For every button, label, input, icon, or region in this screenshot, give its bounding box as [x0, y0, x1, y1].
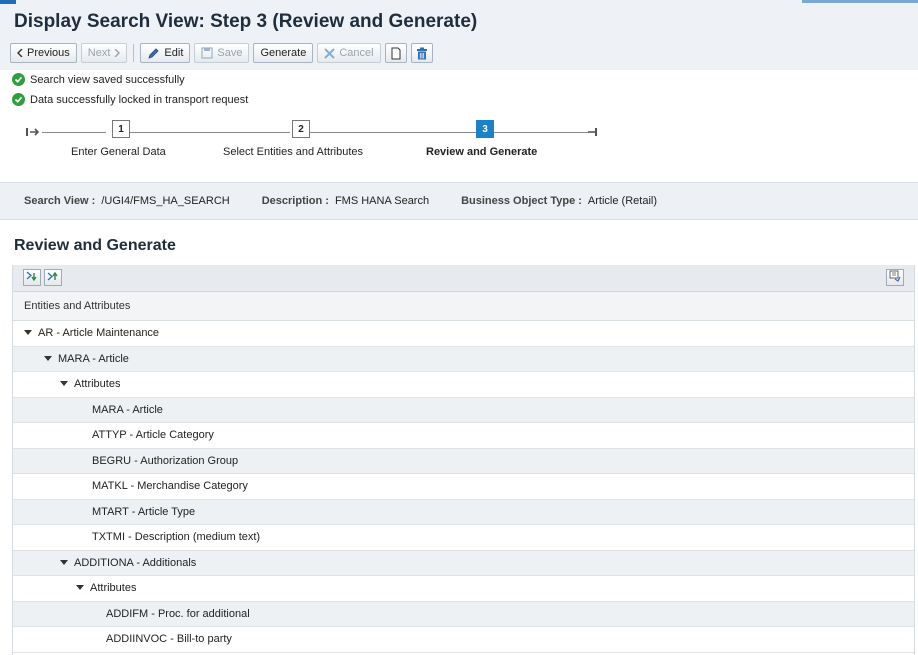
message-saved: Search view saved successfully — [12, 73, 185, 86]
collapse-all-icon — [47, 271, 59, 285]
roadmap-connector — [130, 132, 290, 133]
step-1-box[interactable]: 1 — [112, 120, 130, 138]
export-button[interactable] — [886, 269, 904, 286]
expand-all-icon — [26, 271, 38, 285]
previous-button[interactable]: Previous — [10, 43, 77, 63]
header-accent — [0, 0, 16, 4]
tree-row[interactable]: MARA - Article — [13, 346, 914, 372]
tree-row[interactable]: AR - Article Maintenance — [13, 321, 914, 347]
trash-icon — [416, 47, 428, 60]
tree-row[interactable]: MTART - Article Type — [13, 499, 914, 525]
tree-row[interactable]: Attributes — [13, 576, 914, 602]
copy-document-icon — [390, 47, 402, 60]
tree-row[interactable]: MATKL - Merchandise Category — [13, 474, 914, 500]
roadmap-connector — [310, 132, 476, 133]
roadmap-connector — [42, 132, 106, 133]
tree-row[interactable]: ADDIINVOC - Bill-to party — [13, 627, 914, 653]
cancel-x-icon — [324, 47, 336, 59]
tree-row[interactable]: BEGRU - Authorization Group — [13, 448, 914, 474]
step-3-label[interactable]: Review and Generate — [426, 146, 537, 158]
next-button[interactable]: Next — [80, 43, 128, 63]
collapse-all-button[interactable] — [44, 269, 62, 286]
main-toolbar: Previous Next Edit Save Generate Cancel — [10, 42, 433, 64]
delete-button[interactable] — [410, 43, 433, 63]
caret-down-icon[interactable] — [76, 585, 90, 591]
chevron-right-icon — [114, 49, 121, 57]
pencil-icon — [147, 47, 160, 60]
tree-row-label: ADDIFM - Proc. for additional — [106, 607, 250, 620]
search-view-info-bar: Search View : /UGI4/FMS_HA_SEARCH Descri… — [0, 182, 918, 220]
tree-row-label: ADDITIONA - Additionals — [74, 556, 197, 569]
success-check-icon — [12, 93, 25, 106]
success-check-icon — [12, 73, 25, 86]
edit-button[interactable]: Edit — [140, 43, 191, 63]
roadmap-connector — [494, 132, 588, 133]
save-icon — [201, 47, 213, 59]
tree-row-label: TXTMI - Description (medium text) — [92, 531, 261, 544]
caret-down-icon[interactable] — [60, 381, 74, 387]
description-label: Description : — [261, 195, 329, 207]
toolbar-separator — [133, 44, 135, 62]
tree-row[interactable]: ADDIFM - Proc. for additional — [13, 601, 914, 627]
edit-label: Edit — [164, 47, 184, 59]
bo-type-value: Article (Retail) — [587, 195, 657, 207]
roadmap-start-icon — [26, 126, 40, 141]
tree-row-label: AR - Article Maintenance — [38, 327, 160, 340]
tree-row-label: ATTYP - Article Category — [92, 429, 214, 442]
search-view-value: /UGI4/FMS_HA_SEARCH — [101, 195, 230, 207]
save-label: Save — [217, 47, 243, 59]
next-label: Next — [87, 47, 111, 59]
export-icon — [889, 270, 901, 285]
step-2-box[interactable]: 2 — [292, 120, 310, 138]
expand-all-button[interactable] — [23, 269, 41, 286]
tree-row-label: BEGRU - Authorization Group — [92, 454, 239, 467]
copy-button[interactable] — [384, 43, 407, 63]
step-2-label[interactable]: Select Entities and Attributes — [223, 146, 363, 158]
page-title: Display Search View: Step 3 (Review and … — [14, 11, 478, 32]
wizard-roadmap: 1 2 3 Enter General Data Select Entities… — [0, 113, 918, 175]
tree-row-label: ADDIINVOC - Bill-to party — [106, 633, 232, 646]
tree-row-label: MTART - Article Type — [92, 505, 196, 518]
cancel-label: Cancel — [339, 47, 374, 59]
roadmap-end-icon — [588, 126, 598, 141]
bo-type-label: Business Object Type : — [461, 195, 582, 207]
tree-row[interactable]: ATTYP - Article Category — [13, 423, 914, 449]
search-view-label: Search View : — [24, 195, 96, 207]
tree-column-header: Entities and Attributes — [13, 292, 914, 321]
step-3-box[interactable]: 3 — [476, 120, 494, 138]
generate-label: Generate — [260, 47, 307, 59]
step-1-label[interactable]: Enter General Data — [71, 146, 166, 158]
header-band: Display Search View: Step 3 (Review and … — [0, 0, 918, 70]
tree-row-label: Attributes — [74, 378, 121, 391]
message-saved-text: Search view saved successfully — [30, 73, 185, 86]
tree-row[interactable]: Attributes — [13, 372, 914, 398]
generate-button[interactable]: Generate — [253, 43, 314, 63]
caret-down-icon[interactable] — [24, 330, 38, 336]
description-value: FMS HANA Search — [334, 195, 430, 207]
save-button[interactable]: Save — [194, 43, 250, 63]
header-accent-right — [802, 0, 918, 3]
cancel-button[interactable]: Cancel — [317, 43, 381, 63]
tree-row[interactable]: ADDITIONA - Additionals — [13, 550, 914, 576]
caret-down-icon[interactable] — [44, 355, 58, 362]
tree-row-label: MARA - Article — [58, 352, 129, 365]
tree-row-label: MARA - Article — [92, 403, 163, 416]
tree-row[interactable]: TXTMI - Description (medium text) — [13, 525, 914, 551]
message-locked: Data successfully locked in transport re… — [12, 93, 248, 106]
tree-row-label: MATKL - Merchandise Category — [92, 480, 248, 493]
chevron-left-icon — [17, 49, 23, 57]
tree-row[interactable]: MARA - Article — [13, 397, 914, 423]
section-title: Review and Generate — [14, 237, 176, 254]
previous-label: Previous — [27, 47, 70, 59]
tree-row-label: Attributes — [90, 582, 137, 595]
message-locked-text: Data successfully locked in transport re… — [30, 93, 249, 106]
caret-down-icon[interactable] — [60, 559, 74, 566]
tree-toolbar — [13, 265, 914, 292]
entities-tree: Entities and Attributes AR - Article Mai… — [12, 265, 915, 655]
